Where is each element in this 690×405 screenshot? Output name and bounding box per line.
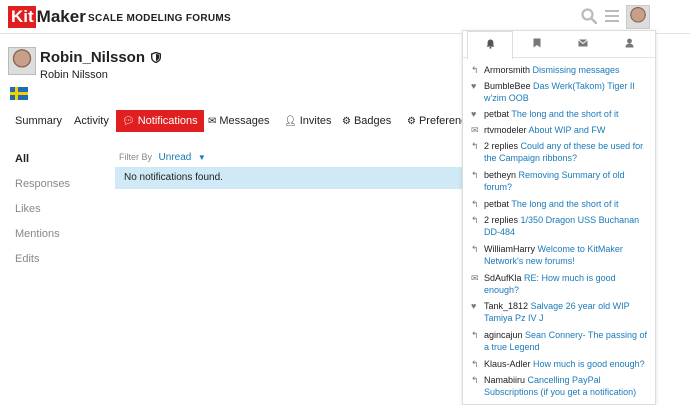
notification-item[interactable]: ♥ BumbleBee Das Werk(Takom) Tiger II w'z… (471, 80, 653, 104)
notification-item[interactable]: ↰ Armorsmith Dismissing messages (471, 64, 653, 76)
reply-icon: ↰ (471, 244, 479, 254)
tab-activity[interactable]: Activity (74, 110, 109, 132)
tab-notifications[interactable]: 💬︎ Notifications (116, 110, 204, 132)
notification-item[interactable]: ↰ Namabiiru Cancelling PayPal Subscripti… (471, 374, 653, 398)
profile-display-name: Robin Nilsson (40, 69, 108, 81)
filter-by: Filter By Unread ▼ (119, 152, 206, 163)
shield-icon (151, 50, 162, 67)
heart-icon: ♥ (471, 109, 477, 119)
gear-icon: ⚙ (407, 116, 416, 127)
notification-item[interactable]: ↰ betheyn Removing Summary of old forum? (471, 169, 653, 193)
menu-icon[interactable] (604, 8, 620, 29)
logo-maker: Maker (36, 7, 86, 26)
filter-dropdown[interactable]: Unread (159, 152, 192, 163)
profile-avatar (8, 47, 36, 75)
sidenav-item-edits[interactable]: Edits (15, 252, 70, 277)
envelope-icon[interactable] (560, 31, 606, 58)
reply-icon: ↰ (471, 215, 479, 225)
reply-icon: ↰ (471, 141, 479, 151)
heart-icon: ♥ (471, 301, 477, 311)
profile-tabs: Summary Activity 💬︎ Notifications ✉ Messag… (0, 110, 478, 134)
notifications-dropdown: ↰ Armorsmith Dismissing messages ♥ Bumbl… (462, 30, 656, 405)
chevron-down-icon[interactable]: ▼ (198, 153, 206, 162)
reply-icon: ↰ (471, 199, 479, 209)
reply-icon: ↰ (471, 375, 479, 385)
reply-icon: ↰ (471, 65, 479, 75)
notification-item[interactable]: ↰ WilliamHarry Welcome to KitMaker Netwo… (471, 243, 653, 267)
sweden-flag (10, 87, 28, 100)
tab-invites[interactable]: 👤︎ Invites (284, 110, 332, 132)
filter-label: Filter By (119, 152, 153, 162)
gear-badge-icon: ⚙ (342, 116, 351, 127)
reply-icon: ↰ (471, 170, 479, 180)
notification-item[interactable]: ✉ rtvmodeler About WIP and FW (471, 124, 653, 136)
reply-icon: ↰ (471, 330, 479, 340)
notification-filter-nav: All Responses Likes Mentions Edits (15, 152, 70, 277)
search-icon[interactable] (581, 8, 598, 29)
profile-username: Robin_Nilsson (40, 49, 162, 67)
notification-item[interactable]: ♥ Tank_1812 Salvage 26 year old WIP Tami… (471, 300, 653, 324)
avatar (627, 6, 649, 28)
sidenav-item-likes[interactable]: Likes (15, 202, 70, 227)
heart-icon: ♥ (471, 81, 477, 91)
reply-icon: ↰ (471, 359, 479, 369)
notification-item[interactable]: ✉ SdAufKla RE: How much is good enough? (471, 272, 653, 296)
notification-item[interactable]: ↰ petbat The long and the short of it (471, 198, 653, 210)
top-bar: Kit Maker SCALE MODELING FORUMS (0, 0, 690, 34)
logo-kit: Kit (8, 6, 36, 28)
notification-item[interactable]: ↰ agincajun Sean Connery- The passing of… (471, 329, 653, 353)
envelope-icon: ✉ (208, 116, 217, 127)
bookmark-icon[interactable] (514, 31, 560, 58)
dropdown-tabs (463, 31, 655, 59)
site-subtitle: SCALE MODELING FORUMS (88, 13, 231, 24)
empty-notifications-message: No notifications found. (115, 167, 465, 189)
envelope-icon: ✉ (471, 125, 479, 135)
kitmaker-logo[interactable]: Kit Maker (8, 6, 86, 28)
chat-bubble-icon: 💬︎ (122, 116, 135, 127)
tab-messages[interactable]: ✉ Messages (208, 110, 270, 132)
notification-item[interactable]: ♥ petbat The long and the short of it (471, 108, 653, 120)
user-avatar-button[interactable] (626, 5, 650, 29)
notification-item[interactable]: ↰ 2 replies 1/350 Dragon USS Buchanan DD… (471, 214, 653, 238)
tab-badges[interactable]: ⚙ Badges (342, 110, 391, 132)
user-icon[interactable] (606, 31, 652, 58)
notification-item[interactable]: ↰ Klaus-Adler How much is good enough? (471, 358, 653, 370)
sidenav-item-mentions[interactable]: Mentions (15, 227, 70, 252)
add-user-icon: 👤︎ (284, 116, 297, 127)
sidenav-item-all[interactable]: All (15, 152, 70, 177)
envelope-icon: ✉ (471, 273, 479, 283)
sidenav-item-responses[interactable]: Responses (15, 177, 70, 202)
bell-icon[interactable] (467, 31, 513, 59)
tab-summary[interactable]: Summary (15, 110, 62, 132)
notification-item[interactable]: ↰ 2 replies Could any of these be used f… (471, 140, 653, 164)
